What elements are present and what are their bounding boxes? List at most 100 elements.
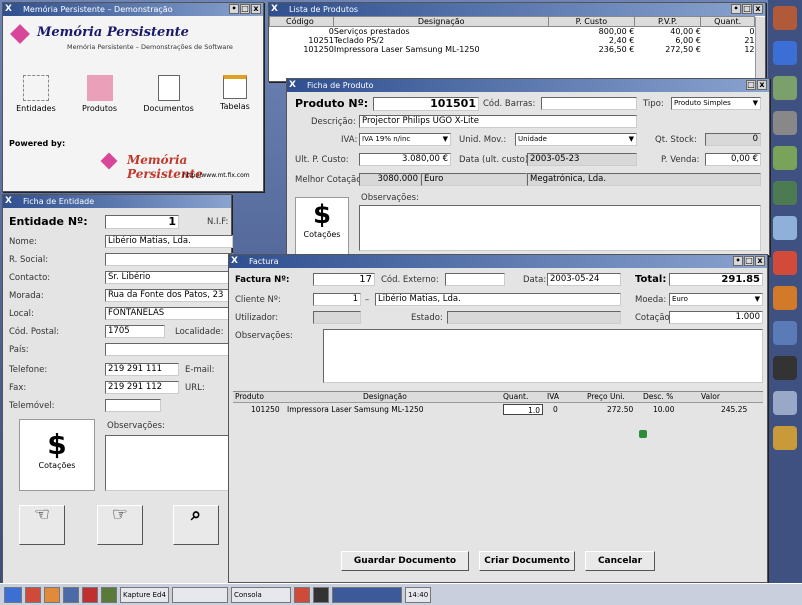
col-produto[interactable]: Produto: [235, 392, 264, 402]
close-button[interactable]: x: [251, 4, 261, 14]
maximize-button[interactable]: □: [746, 80, 756, 90]
quant-cell-input[interactable]: 1.0: [503, 404, 543, 415]
list-titlebar[interactable]: X Lista de Produtos • □ x: [269, 3, 765, 16]
maximize-button[interactable]: □: [240, 4, 250, 14]
unid-select[interactable]: Unidade: [515, 133, 637, 146]
obs-field[interactable]: [359, 205, 761, 251]
morada-field[interactable]: Rua da Fonte dos Patos, 23: [105, 289, 233, 302]
col-designacao[interactable]: Designação: [363, 392, 407, 402]
app-launcher-icon[interactable]: [773, 181, 797, 205]
tabelas-launcher[interactable]: Tabelas: [220, 75, 250, 113]
app-launcher-icon[interactable]: [773, 251, 797, 275]
col-preco[interactable]: Preço Uni.: [587, 392, 625, 402]
cotacoes-button[interactable]: $ Cotações: [295, 197, 349, 255]
app-launcher-icon[interactable]: [773, 111, 797, 135]
tipo-select[interactable]: Produto Simples: [671, 97, 761, 110]
entity-titlebar[interactable]: X Ficha de Entidade: [3, 195, 231, 208]
social-field[interactable]: [105, 253, 233, 266]
app-launcher-icon[interactable]: [773, 391, 797, 415]
data-field[interactable]: 2003-05-24: [547, 273, 621, 286]
ext-field[interactable]: [445, 273, 505, 286]
entidade-field[interactable]: 1: [105, 215, 179, 229]
guardar-documento-button[interactable]: Guardar Documento: [341, 551, 469, 571]
app-icon[interactable]: [44, 586, 60, 603]
telefone-field[interactable]: 219 291 111: [105, 363, 179, 376]
col-custo[interactable]: P. Custo: [547, 16, 635, 27]
col-designacao[interactable]: Designação: [333, 16, 549, 27]
table-row[interactable]: 0 Serviços prestados 800,00 €40,00 €0: [270, 27, 755, 36]
list-scrollbar[interactable]: [755, 17, 765, 81]
col-desc[interactable]: Desc. %: [643, 392, 673, 402]
app-icon[interactable]: [63, 586, 79, 603]
col-quant[interactable]: Quant.: [503, 392, 528, 402]
minimize-button[interactable]: •: [733, 256, 743, 266]
app-launcher-icon[interactable]: [773, 321, 797, 345]
invoice-titlebar[interactable]: X Factura • □ x: [229, 255, 767, 268]
contacto-field[interactable]: Sr. Libério: [105, 271, 233, 284]
app-icon[interactable]: [312, 586, 329, 603]
minimize-button[interactable]: •: [229, 4, 239, 14]
app-launcher-icon[interactable]: [773, 356, 797, 380]
cancelar-button[interactable]: Cancelar: [585, 551, 655, 571]
app-launcher-icon[interactable]: [773, 146, 797, 170]
app-launcher-icon[interactable]: [773, 216, 797, 240]
desktop-pager[interactable]: [331, 586, 402, 603]
col-codigo[interactable]: Código: [268, 16, 335, 27]
app-icon[interactable]: [101, 586, 117, 603]
close-button[interactable]: x: [757, 80, 767, 90]
movel-field[interactable]: [105, 399, 161, 412]
app-launcher-icon[interactable]: [773, 286, 797, 310]
venda-field[interactable]: 0,00 €: [705, 153, 761, 166]
maximize-button[interactable]: □: [744, 256, 754, 266]
cotacao-field[interactable]: 1.000: [669, 311, 763, 324]
app-launcher-icon[interactable]: [773, 426, 797, 450]
col-pvp[interactable]: P.V.P.: [633, 16, 702, 27]
table-row[interactable]: 101250 Impressora Laser Samsung ML-1250 …: [233, 404, 763, 415]
minimize-button[interactable]: •: [731, 4, 741, 14]
taskbar-item[interactable]: Kapture Ed4: [120, 586, 169, 603]
factura-field[interactable]: 17: [313, 273, 375, 286]
entity-obs-field[interactable]: [105, 435, 233, 491]
table-row[interactable]: 101250 Impressora Laser Samsung ML-1250 23…: [270, 45, 754, 54]
taskbar-item[interactable]: Consola: [230, 586, 291, 603]
cliente-field[interactable]: 1: [313, 293, 361, 306]
entidades-launcher[interactable]: Entidades: [16, 75, 56, 113]
about-titlebar[interactable]: X Memória Persistente – Demonstração • □ x: [3, 3, 263, 16]
taskbar-item[interactable]: [171, 586, 228, 603]
app-launcher-icon[interactable]: [773, 76, 797, 100]
custo-field[interactable]: 3.080,00 €: [359, 153, 451, 166]
barras-field[interactable]: [541, 97, 637, 110]
col-valor[interactable]: Valor: [701, 392, 720, 402]
moeda-select[interactable]: Euro: [669, 293, 763, 306]
produto-field[interactable]: 101501: [373, 97, 479, 111]
maximize-button[interactable]: □: [742, 4, 752, 14]
app-icon[interactable]: [25, 586, 41, 603]
app-launcher-icon[interactable]: [773, 41, 797, 65]
close-button[interactable]: x: [755, 256, 765, 266]
col-quant[interactable]: Quant.: [700, 16, 755, 27]
product-titlebar[interactable]: X Ficha de Produto □ x: [287, 79, 769, 92]
documentos-launcher[interactable]: Documentos: [143, 75, 194, 113]
postal-field[interactable]: 1705: [105, 325, 165, 338]
col-iva[interactable]: IVA: [547, 392, 559, 402]
descr-label: Descrição:: [311, 117, 356, 127]
criar-documento-button[interactable]: Criar Documento: [479, 551, 575, 571]
local-field[interactable]: FONTANELAS: [105, 307, 233, 320]
entity-action-button[interactable]: ☜: [19, 505, 65, 545]
close-button[interactable]: x: [753, 4, 763, 14]
invoice-obs-field[interactable]: [323, 329, 763, 383]
entity-action-button[interactable]: ☞: [97, 505, 143, 545]
fax-field[interactable]: 219 291 112: [105, 381, 179, 394]
entity-cotacoes-button[interactable]: $ Cotações: [19, 419, 95, 491]
app-icon[interactable]: [82, 586, 98, 603]
app-launcher-icon[interactable]: [773, 6, 797, 30]
pais-field[interactable]: [105, 343, 233, 356]
iva-select[interactable]: IVA 19% n/inc: [359, 133, 451, 146]
entity-search-button[interactable]: ⌕: [173, 505, 219, 545]
app-icon[interactable]: [293, 586, 310, 603]
nome-field[interactable]: Libério Matias, Lda.: [105, 235, 233, 248]
start-icon[interactable]: [4, 586, 22, 603]
descricao-field[interactable]: Projector Philips UGO X-Lite: [359, 115, 637, 128]
table-row[interactable]: 10251 Teclado PS/2 2,40 €6,00 €21: [270, 36, 754, 45]
produtos-launcher[interactable]: Produtos: [82, 75, 117, 113]
